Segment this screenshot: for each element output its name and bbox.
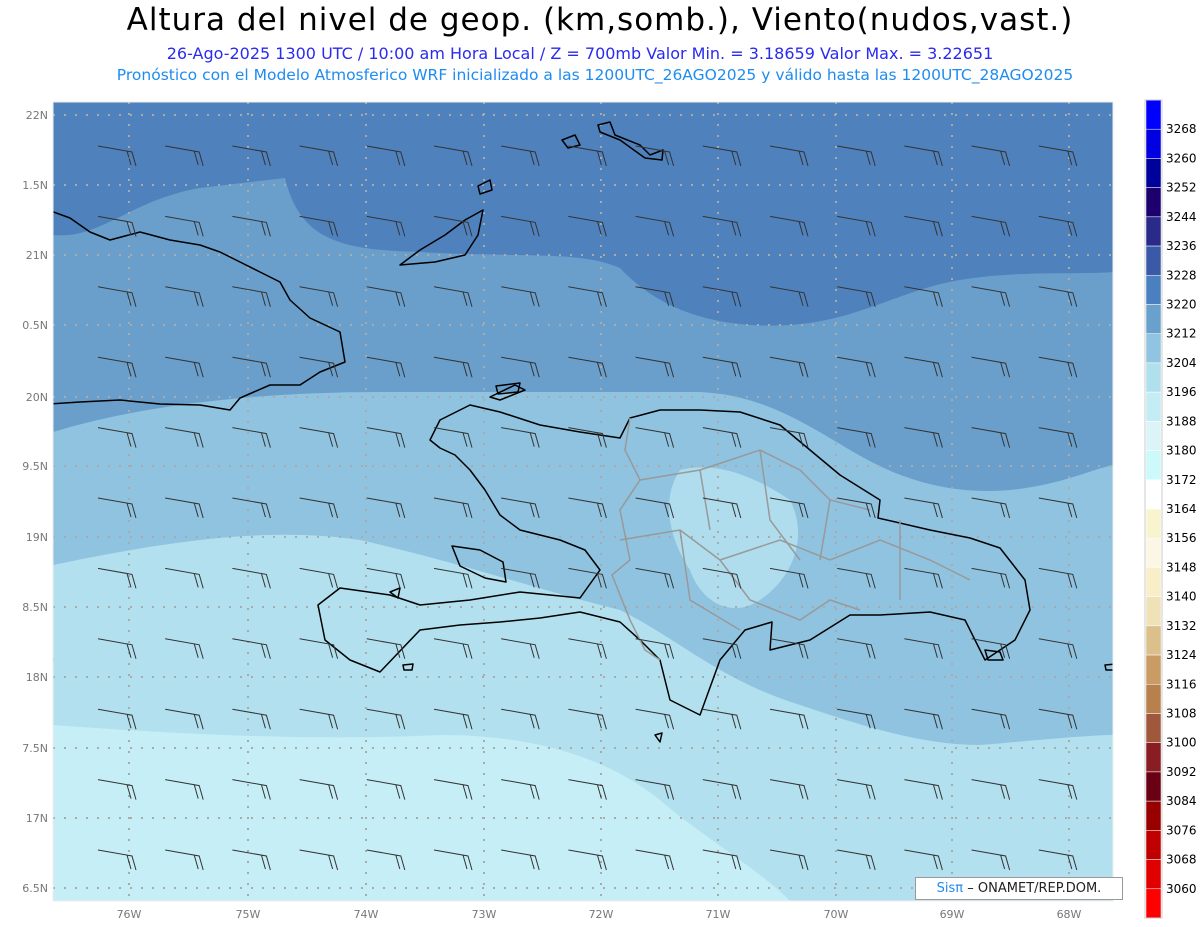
colorbar-swatch	[1145, 362, 1162, 393]
colorbar-label: 3212	[1166, 327, 1197, 341]
colorbar-swatch	[1145, 187, 1162, 218]
colorbar-label: 3236	[1166, 239, 1197, 253]
credit-box: Sisπ – ONAMET/REP.DOM.	[915, 877, 1123, 900]
lat-label: 6.5N	[22, 882, 48, 895]
colorbar-swatch	[1145, 684, 1162, 714]
lon-label: 68W	[1057, 908, 1082, 921]
colorbar-swatch	[1145, 625, 1162, 656]
lon-label: 74W	[354, 908, 379, 921]
colorbar-label: 3140	[1166, 590, 1197, 604]
colorbar-swatch	[1145, 771, 1162, 802]
colorbar-swatch	[1145, 450, 1162, 481]
colorbar-label: 3116	[1166, 677, 1197, 691]
colorbar-label: 3060	[1166, 882, 1197, 896]
colorbar-label: 3252	[1166, 181, 1197, 195]
colorbar-label: 3148	[1166, 560, 1197, 574]
colorbar-swatch	[1145, 479, 1162, 510]
colorbar-label: 3108	[1166, 707, 1197, 721]
colorbar-swatch	[1145, 275, 1162, 305]
lon-label: 71W	[706, 908, 731, 921]
colorbar-swatch	[1145, 800, 1162, 831]
colorbar-label: 3228	[1166, 268, 1197, 282]
colorbar-swatch	[1145, 391, 1162, 422]
lat-label: 21N	[26, 249, 48, 262]
lon-label: 72W	[589, 908, 614, 921]
colorbar-swatch	[1145, 654, 1162, 685]
lat-label: 0.5N	[22, 319, 48, 332]
colorbar-label: 3196	[1166, 385, 1197, 399]
colorbar-label: 3132	[1166, 619, 1197, 633]
lat-label: 9.5N	[22, 460, 48, 473]
lat-label: 17N	[26, 812, 48, 825]
colorbar-swatch	[1145, 245, 1162, 276]
lat-label: 20N	[26, 391, 48, 404]
lat-label: 7.5N	[22, 742, 48, 755]
colorbar-label: 3156	[1166, 531, 1197, 545]
contour-fill	[53, 102, 1113, 901]
colorbar-swatch	[1145, 742, 1162, 773]
colorbar-label: 3100	[1166, 736, 1197, 750]
colorbar-swatch	[1145, 567, 1162, 597]
colorbar-label: 3172	[1166, 473, 1197, 487]
lon-label: 70W	[824, 908, 849, 921]
map-title: Altura del nivel de geop. (km,somb.), Vi…	[126, 2, 1074, 38]
credit-text: – ONAMET/REP.DOM.	[967, 881, 1102, 896]
colorbar-label: 3260	[1166, 151, 1197, 165]
map-subtitle-model: Pronóstico con el Modelo Atmosferico WRF…	[116, 66, 1074, 84]
colorbar-swatch	[1145, 304, 1162, 334]
lat-label: 18N	[26, 671, 48, 684]
colorbar-swatch	[1145, 99, 1162, 130]
colorbar-label: 3092	[1166, 765, 1197, 779]
colorbar-swatch	[1145, 830, 1162, 860]
colorbar-label: 3124	[1166, 648, 1197, 662]
colorbar-label: 3220	[1166, 298, 1197, 312]
weather-map: 22N 1.5N 21N 0.5N 20N 9.5N 19N 8.5N 18N 7.5N 17N 6.…	[22, 99, 1197, 921]
lon-label: 69W	[940, 908, 965, 921]
colorbar-label: 3164	[1166, 502, 1197, 516]
colorbar-label: 3244	[1166, 210, 1197, 224]
lon-label: 73W	[472, 908, 497, 921]
colorbar-swatch	[1145, 596, 1162, 627]
colorbar-label: 3084	[1166, 794, 1197, 808]
lon-label: 76W	[117, 908, 142, 921]
colorbar-swatch	[1145, 859, 1162, 890]
colorbar-label: 3188	[1166, 414, 1197, 428]
lat-label: 1.5N	[22, 179, 48, 192]
lat-label: 8.5N	[22, 601, 48, 614]
lat-label: 22N	[26, 109, 48, 122]
colorbar-swatch	[1145, 421, 1162, 451]
colorbar-swatch	[1145, 713, 1162, 743]
colorbar-swatch	[1145, 216, 1162, 247]
colorbar-swatch	[1145, 128, 1162, 159]
colorbar-label: 3268	[1166, 122, 1197, 136]
credit-brand: Sisπ	[936, 881, 964, 896]
colorbar-label: 3204	[1166, 356, 1197, 370]
lon-label: 75W	[236, 908, 261, 921]
colorbar-swatch	[1145, 537, 1162, 568]
colorbar-swatch	[1145, 888, 1162, 919]
colorbar-label: 3076	[1166, 823, 1197, 837]
colorbar: 3268 3260 3252 3244 3236 3228 3220 3212 3204 3196…	[1144, 99, 1197, 919]
lat-label: 19N	[26, 531, 48, 544]
map-subtitle-date: 26-Ago-2025 1300 UTC / 10:00 am Hora Loc…	[166, 44, 994, 63]
colorbar-label: 3180	[1166, 444, 1197, 458]
colorbar-label: 3068	[1166, 853, 1197, 867]
colorbar-swatch	[1145, 508, 1162, 539]
colorbar-swatch	[1145, 333, 1162, 364]
colorbar-swatch	[1145, 158, 1162, 188]
